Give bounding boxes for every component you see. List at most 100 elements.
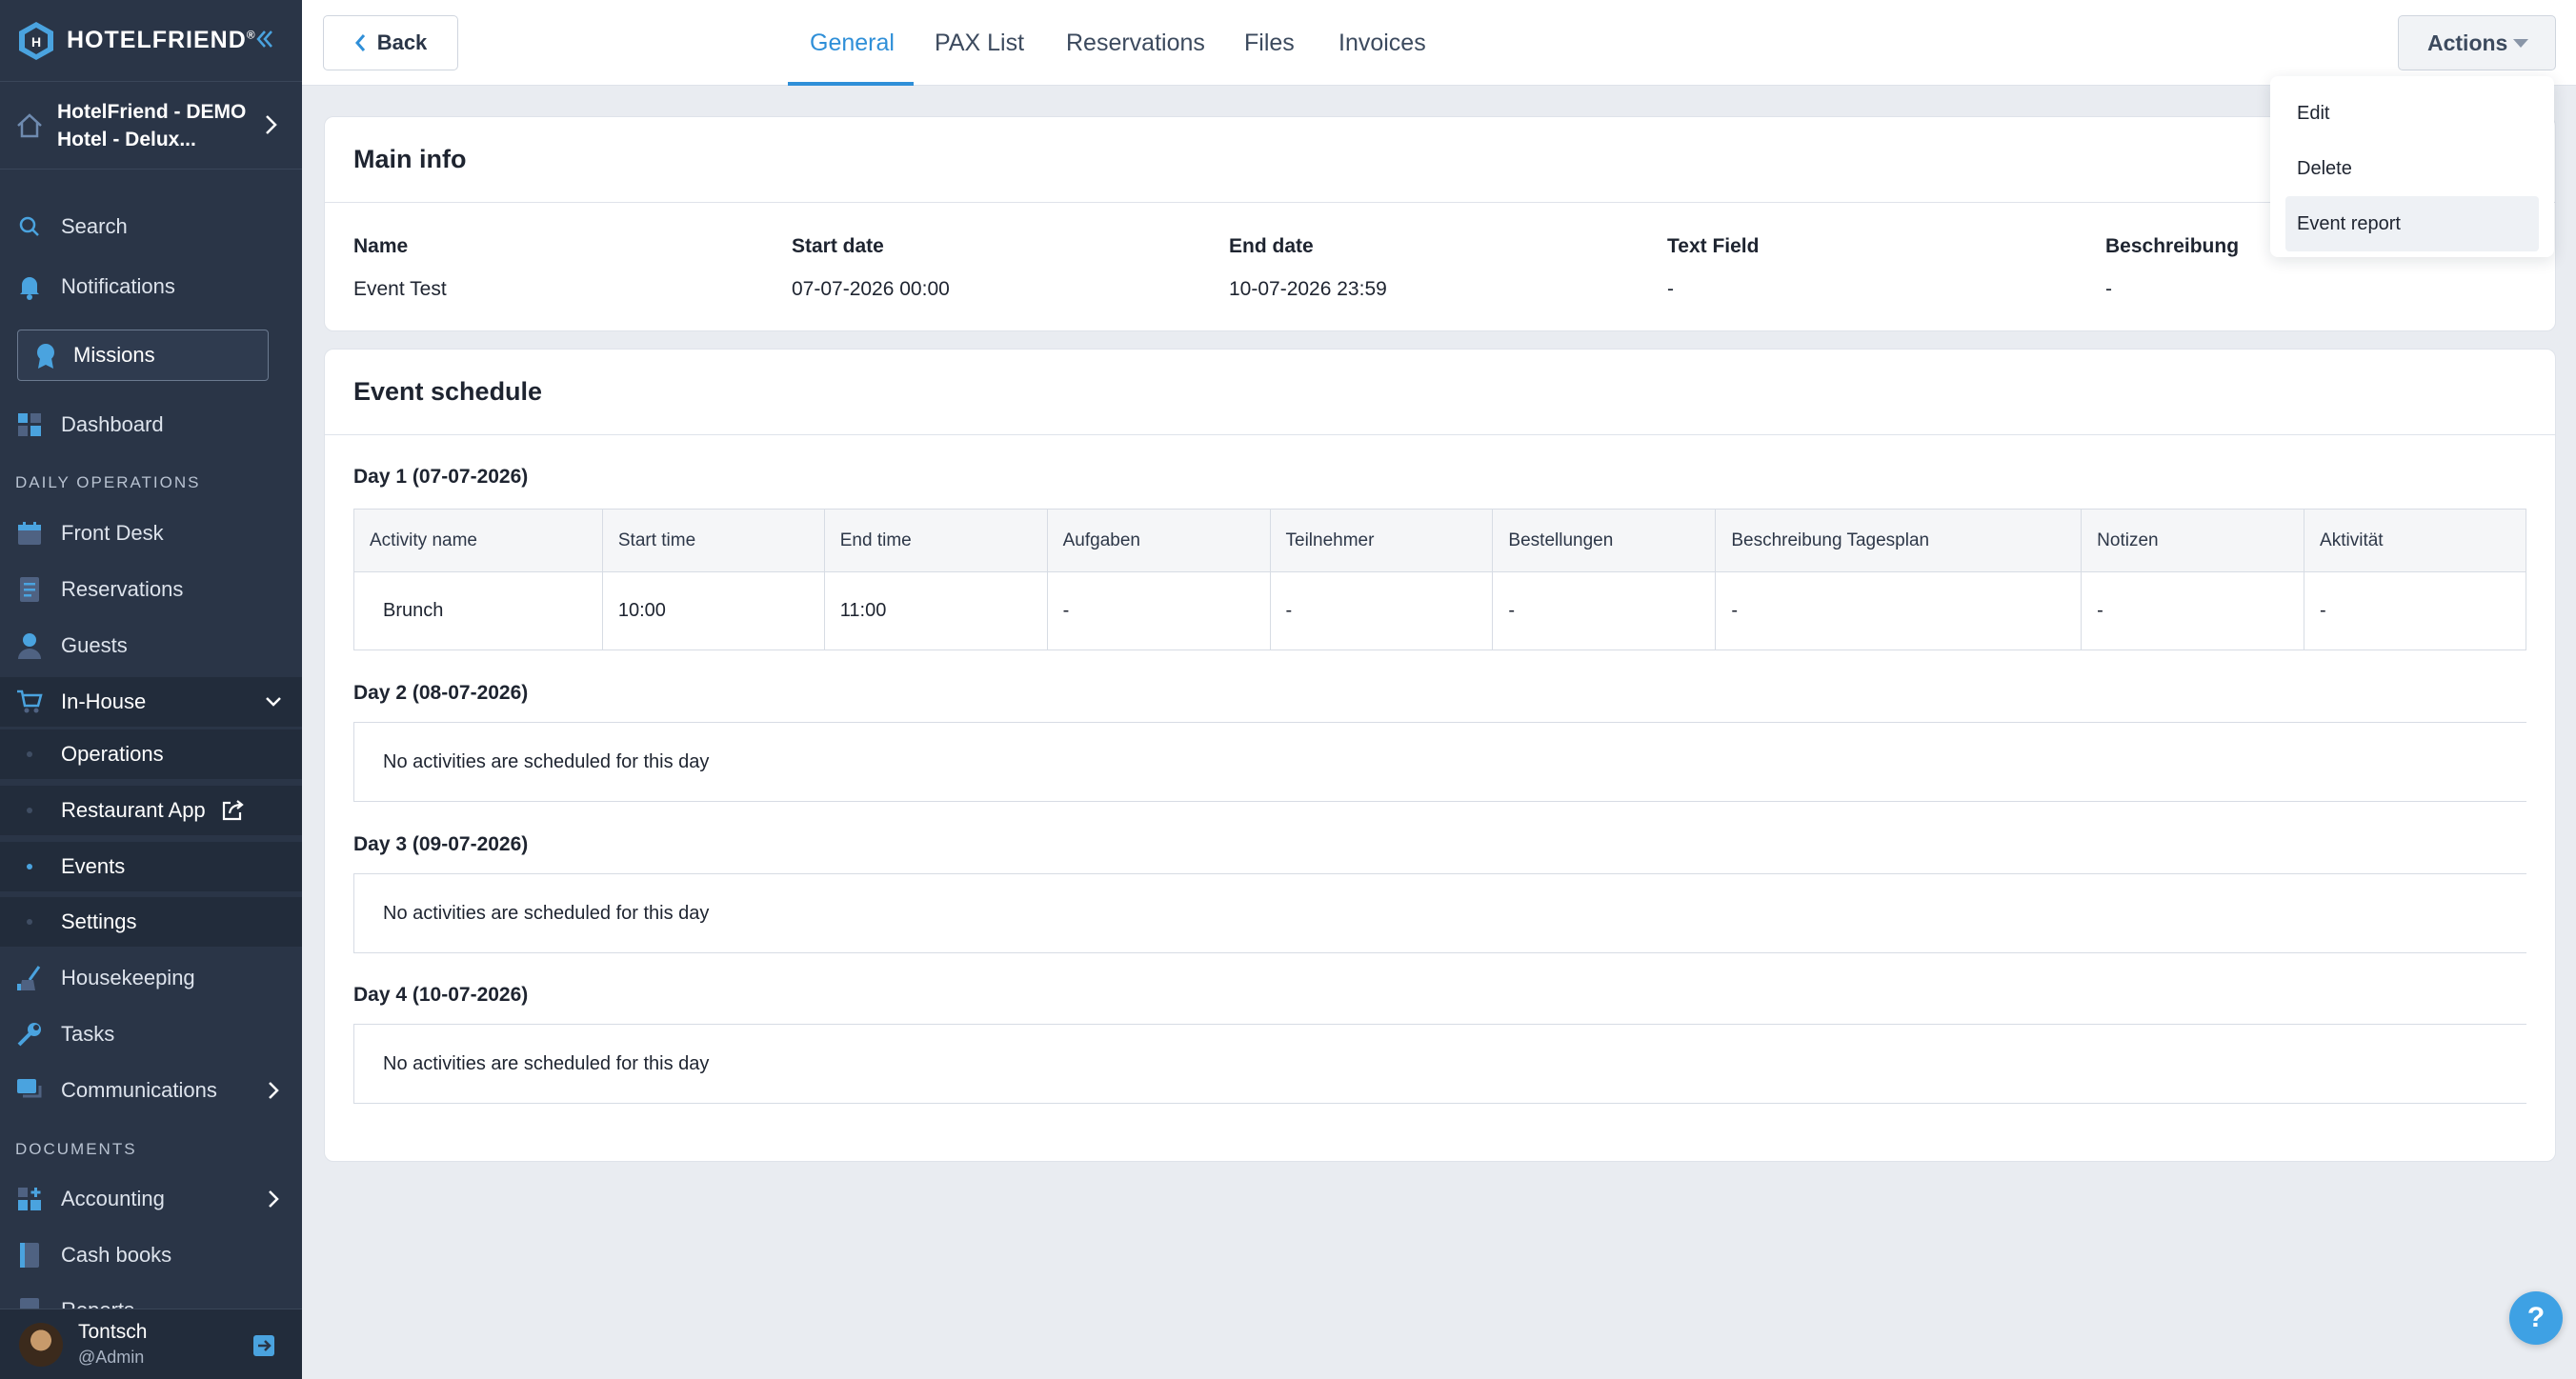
info-label: End date: [1229, 235, 1314, 257]
info-value: -: [2105, 278, 2112, 300]
user-profile[interactable]: Tontsch @Admin: [0, 1309, 302, 1379]
broom-icon: [15, 964, 44, 992]
event-schedule-title: Event schedule: [325, 350, 2555, 435]
topbar: Back General PAX List Reservations Files…: [302, 0, 2576, 86]
info-field-end-date: End date 10-07-2026 23:59: [1229, 235, 1387, 301]
book-icon: [15, 1241, 44, 1269]
section-documents: DOCUMENTS: [15, 1140, 137, 1158]
column-header: Beschreibung Tagesplan: [1715, 509, 2083, 572]
svg-text:H: H: [31, 34, 41, 50]
missions-label: Missions: [73, 343, 155, 367]
bullet-icon: [27, 808, 32, 813]
table-cell: -: [1492, 571, 1717, 650]
calendar-icon: [15, 519, 44, 548]
sidebar-item-label: Dashboard: [61, 412, 164, 436]
info-field-name: Name Event Test: [353, 235, 447, 301]
sidebar-item-label: Accounting: [61, 1187, 165, 1210]
tab-pax-list[interactable]: PAX List: [935, 0, 1024, 86]
info-label: Beschreibung: [2105, 235, 2240, 257]
help-button[interactable]: ?: [2509, 1291, 2563, 1345]
main-info-card: Main info Name Event Test Start date 07-…: [324, 116, 2556, 331]
chevron-right-icon: [266, 115, 277, 134]
day-title: Day 4 (10-07-2026): [353, 984, 529, 1006]
collapse-sidebar-icon[interactable]: [250, 25, 278, 53]
sidebar-subitem-settings[interactable]: Settings: [0, 897, 302, 947]
hotel-selector[interactable]: HotelFriend - DEMO Hotel - Delux...: [0, 82, 302, 170]
chat-icon: [15, 1076, 44, 1105]
sidebar-item-label: Events: [61, 854, 126, 878]
sidebar-item-cash-books[interactable]: Cash books: [0, 1230, 302, 1280]
tab-files[interactable]: Files: [1244, 0, 1295, 86]
tab-general[interactable]: General: [810, 0, 895, 86]
sidebar-item-dashboard[interactable]: Dashboard: [0, 400, 302, 450]
table-row[interactable]: Brunch 10:00 11:00 - - - - - -: [353, 571, 2526, 650]
dashboard-icon: [15, 410, 44, 439]
home-icon: [17, 112, 42, 137]
sidebar-item-label: Settings: [61, 909, 137, 933]
table-header-row: Activity name Start time End time Aufgab…: [353, 509, 2526, 572]
day-title: Day 3 (09-07-2026): [353, 833, 529, 855]
bullet-icon: [27, 919, 32, 925]
user-role: @Admin: [78, 1348, 145, 1367]
table-cell: 10:00: [601, 571, 825, 650]
table-cell: -: [2304, 571, 2526, 650]
sidebar-item-notifications[interactable]: Notifications: [0, 262, 302, 311]
brand[interactable]: H HOTELFRIEND®: [0, 0, 302, 82]
grid-plus-icon: [15, 1185, 44, 1213]
sidebar-item-accounting[interactable]: Accounting: [0, 1174, 302, 1224]
external-link-icon: [222, 800, 244, 821]
info-value: -: [1667, 278, 1674, 300]
avatar: [19, 1322, 63, 1367]
back-button-label: Back: [376, 30, 428, 54]
sidebar-item-reservations[interactable]: Reservations: [0, 565, 302, 614]
sidebar-item-in-house[interactable]: In-House: [0, 677, 302, 727]
sidebar-item-label: Guests: [61, 633, 128, 657]
menu-item-event-report[interactable]: Event report: [2285, 196, 2539, 251]
bullet-icon: [27, 751, 32, 757]
sidebar-subitem-events[interactable]: Events: [0, 842, 302, 891]
sidebar-item-communications[interactable]: Communications: [0, 1066, 302, 1115]
sidebar-item-label: Notifications: [61, 274, 175, 298]
column-header: Bestellungen: [1492, 509, 1717, 572]
sidebar-item-label: Front Desk: [61, 521, 164, 545]
sidebar-item-label: Operations: [61, 742, 164, 766]
cart-icon: [15, 688, 44, 716]
missions-button[interactable]: Missions: [17, 330, 269, 381]
info-value: 10-07-2026 23:59: [1229, 278, 1387, 300]
table-cell: Brunch: [353, 571, 603, 650]
sidebar-item-label: Communications: [61, 1078, 217, 1102]
sidebar-item-front-desk[interactable]: Front Desk: [0, 509, 302, 558]
info-label: Name: [353, 235, 409, 257]
medal-icon: [31, 341, 60, 370]
menu-item-delete[interactable]: Delete: [2285, 141, 2539, 196]
active-tab-indicator: [788, 82, 914, 86]
bullet-icon: [27, 864, 32, 869]
back-button[interactable]: Back: [323, 15, 458, 70]
sidebar-subitem-restaurant-app[interactable]: Restaurant App: [0, 786, 302, 835]
sidebar: H HOTELFRIEND® HotelFriend - DEMO Hotel …: [0, 0, 302, 1379]
main-info-title: Main info: [325, 117, 2555, 203]
day-title: Day 1 (07-07-2026): [353, 466, 529, 488]
sidebar-item-tasks[interactable]: Tasks: [0, 1009, 302, 1059]
column-header: Teilnehmer: [1269, 509, 1494, 572]
empty-day-message: No activities are scheduled for this day: [353, 1024, 2526, 1104]
tab-reservations[interactable]: Reservations: [1066, 0, 1205, 86]
info-field-beschreibung: Beschreibung -: [2105, 235, 2239, 301]
info-value: Event Test: [353, 278, 447, 300]
hotel-name: HotelFriend - DEMO Hotel - Delux...: [57, 100, 247, 150]
user-icon: [15, 631, 44, 660]
tab-invoices[interactable]: Invoices: [1338, 0, 1426, 86]
sidebar-item-search[interactable]: Search: [0, 202, 302, 251]
actions-dropdown-menu: Edit Delete Event report: [2270, 76, 2554, 257]
column-header: End time: [823, 509, 1048, 572]
sidebar-subitem-operations[interactable]: Operations: [0, 729, 302, 779]
section-daily-operations: DAILY OPERATIONS: [15, 473, 201, 491]
logout-icon[interactable]: [252, 1334, 275, 1357]
menu-item-edit[interactable]: Edit: [2285, 86, 2539, 141]
bell-icon: [15, 272, 44, 301]
info-label: Start date: [792, 235, 884, 257]
chevron-down-icon: [266, 697, 281, 707]
sidebar-item-housekeeping[interactable]: Housekeeping: [0, 953, 302, 1003]
sidebar-item-guests[interactable]: Guests: [0, 621, 302, 670]
actions-button[interactable]: Actions: [2398, 15, 2556, 70]
